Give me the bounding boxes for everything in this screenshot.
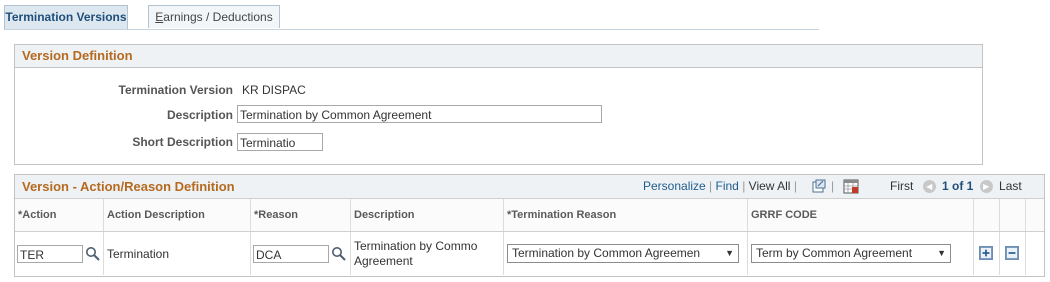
version-definition-panel: Version Definition Termination Version K… xyxy=(14,44,983,165)
page-tabs: Termination Versions Earnings / Deductio… xyxy=(4,5,819,30)
version-definition-header: Version Definition xyxy=(15,45,982,68)
action-lookup-icon[interactable] xyxy=(85,246,101,262)
col-action-description: Action Description xyxy=(104,199,251,231)
grid-nav-links: Personalize | Find | View All | xyxy=(643,175,797,198)
tab-termination-versions[interactable]: Termination Versions xyxy=(4,5,128,29)
reason-field[interactable]: DCA xyxy=(253,245,329,263)
description-label: Description xyxy=(166,108,233,122)
action-field[interactable]: TER xyxy=(17,245,83,263)
grid-title: Version - Action/Reason Definition xyxy=(22,179,235,194)
cell-action: TER xyxy=(15,232,104,275)
separator: | xyxy=(709,179,713,193)
grrf-code-select[interactable]: Term by Common Agreement ▼ xyxy=(751,244,951,263)
chevron-down-icon: ▼ xyxy=(725,248,734,258)
separator: | xyxy=(742,179,746,193)
cell-action-description: Termination xyxy=(104,232,251,275)
first-label[interactable]: First xyxy=(890,179,913,193)
previous-icon[interactable]: ◀ xyxy=(922,180,936,194)
col-delete xyxy=(1000,199,1026,231)
page-info: 1 of 1 xyxy=(942,179,974,193)
grrf-code-value: Term by Common Agreement xyxy=(756,246,913,260)
col-reason: *Reason xyxy=(251,199,351,231)
delete-row-icon[interactable] xyxy=(1005,246,1019,260)
cell-delete xyxy=(1000,232,1026,275)
action-reason-grid: Version - Action/Reason Definition Perso… xyxy=(14,174,1045,277)
description-field[interactable]: Termination by Common Agreement xyxy=(237,105,602,123)
cell-grrf-code: Term by Common Agreement ▼ xyxy=(748,232,974,275)
reason-lookup-icon[interactable] xyxy=(331,246,347,262)
cell-description: Termination by Commo Agreement xyxy=(351,232,504,275)
personalize-link[interactable]: Personalize xyxy=(643,179,706,193)
col-description: Description xyxy=(351,199,504,231)
last-label[interactable]: Last xyxy=(999,179,1022,193)
separator: | xyxy=(831,179,835,193)
cell-reason: DCA xyxy=(251,232,351,275)
description-line-1: Termination by Commo xyxy=(354,239,478,253)
termination-reason-value: Termination by Common Agreemen xyxy=(512,246,701,260)
cell-add xyxy=(974,232,1000,275)
separator: | xyxy=(793,179,797,193)
short-description-field[interactable]: Terminatio xyxy=(237,133,323,151)
grid-column-headers: *Action Action Description *Reason Descr… xyxy=(15,199,1044,232)
add-row-icon[interactable] xyxy=(979,246,993,260)
action-description-value: Termination xyxy=(107,247,170,261)
tab-label-rest: arnings / Deductions xyxy=(163,10,273,24)
pager: First ◀ 1 of 1 ▶ Last xyxy=(890,175,1022,198)
grid-header: Version - Action/Reason Definition Perso… xyxy=(15,175,1044,199)
find-link[interactable]: Find xyxy=(716,179,739,193)
short-description-label: Short Description xyxy=(132,135,233,149)
description-line-2: Agreement xyxy=(354,254,413,268)
cell-termination-reason: Termination by Common Agreemen ▼ xyxy=(504,232,748,275)
termination-version-value: KR DISPAC xyxy=(242,83,306,97)
termination-reason-select[interactable]: Termination by Common Agreemen ▼ xyxy=(507,244,739,263)
termination-version-label: Termination Version xyxy=(118,83,233,97)
col-grrf-code: GRRF CODE xyxy=(748,199,974,231)
chevron-down-icon: ▼ xyxy=(937,248,946,258)
col-add xyxy=(974,199,1000,231)
table-row: TER Termination DCA Termination by Commo… xyxy=(15,232,1044,275)
col-action: *Action xyxy=(15,199,104,231)
tab-earnings-deductions[interactable]: Earnings / Deductions xyxy=(148,5,280,28)
col-termination-reason: *Termination Reason xyxy=(504,199,748,231)
download-spreadsheet-icon[interactable] xyxy=(843,179,859,194)
next-icon[interactable]: ▶ xyxy=(979,180,993,194)
view-all-link[interactable]: View All xyxy=(749,179,791,193)
new-window-icon[interactable] xyxy=(812,179,826,193)
